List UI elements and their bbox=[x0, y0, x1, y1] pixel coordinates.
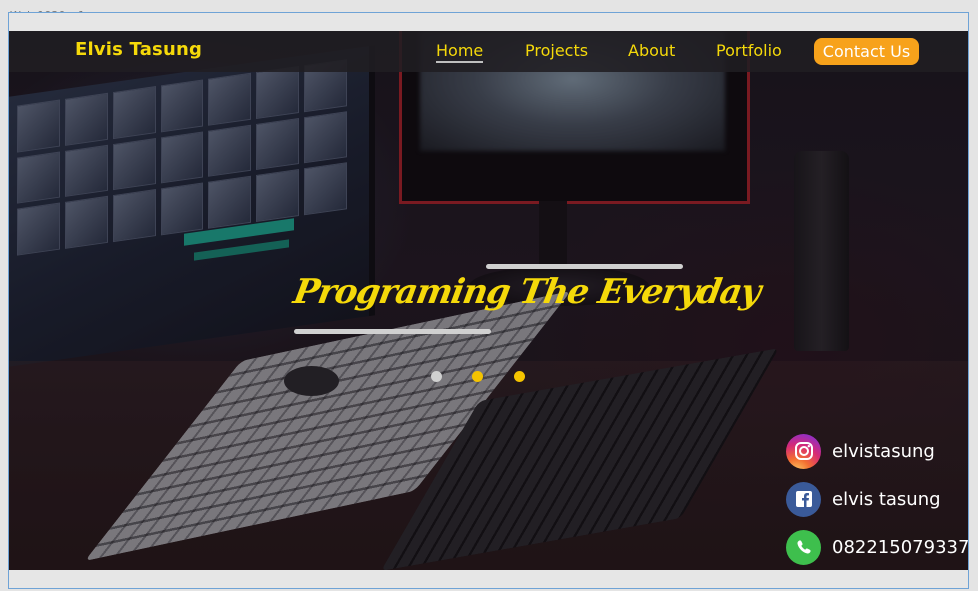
carousel-dot-3[interactable] bbox=[514, 371, 525, 382]
whatsapp-icon bbox=[786, 529, 821, 565]
facebook-name: elvis tasung bbox=[832, 488, 941, 510]
carousel-dot-1[interactable] bbox=[431, 371, 442, 382]
hero-headline: Programing The Everyday bbox=[290, 272, 764, 312]
nav-projects[interactable]: Projects bbox=[525, 41, 588, 60]
instagram-handle: elvistasung bbox=[832, 440, 935, 462]
nav-home[interactable]: Home bbox=[436, 41, 484, 63]
navbar: Elvis Tasung Home Projects About Portfol… bbox=[9, 31, 968, 72]
social-instagram[interactable]: elvistasung bbox=[786, 433, 935, 469]
social-whatsapp[interactable]: 082215079337 bbox=[786, 529, 969, 565]
facebook-icon bbox=[786, 481, 821, 517]
nav-about[interactable]: About bbox=[628, 41, 675, 60]
contact-us-button[interactable]: Contact Us bbox=[814, 38, 919, 65]
headline-top-line bbox=[486, 264, 683, 269]
whatsapp-number: 082215079337 bbox=[832, 536, 970, 558]
headline-bottom-line bbox=[294, 329, 491, 334]
brand-logo[interactable]: Elvis Tasung bbox=[75, 39, 202, 60]
instagram-icon bbox=[786, 433, 821, 469]
social-facebook[interactable]: elvis tasung bbox=[786, 481, 941, 517]
nav-portfolio[interactable]: Portfolio bbox=[716, 41, 782, 60]
carousel-dot-2[interactable] bbox=[472, 371, 483, 382]
